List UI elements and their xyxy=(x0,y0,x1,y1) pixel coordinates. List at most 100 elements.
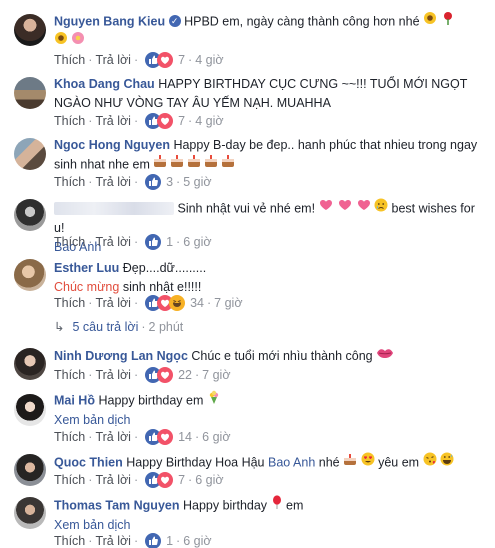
like-link[interactable]: Thích xyxy=(54,430,85,444)
like-link[interactable]: Thích xyxy=(54,53,85,67)
reply-link[interactable]: Trả lời xyxy=(95,175,131,189)
like-reaction-icon[interactable] xyxy=(144,233,161,251)
comment-time[interactable]: 6 giờ xyxy=(183,235,211,249)
see-translation-link[interactable]: Xem bản dịch xyxy=(54,518,130,532)
reply-link[interactable]: Trả lời xyxy=(95,53,131,67)
comment-author[interactable]: Esther Luu xyxy=(54,261,119,275)
avatar[interactable] xyxy=(14,77,46,109)
reaction-count[interactable]: 7 xyxy=(176,53,185,67)
see-translation-link[interactable]: Xem bản dịch xyxy=(54,413,130,427)
replies-time[interactable]: 2 phút xyxy=(149,320,184,334)
reaction-icons[interactable] xyxy=(144,112,173,130)
bouquet-icon xyxy=(207,390,221,410)
like-link[interactable]: Thích xyxy=(54,175,85,189)
comment-text-2: em xyxy=(286,498,304,513)
heart-eyes-icon xyxy=(361,452,375,472)
reply-link[interactable]: Trả lời xyxy=(95,296,131,310)
reaction-icons[interactable] xyxy=(144,51,173,69)
comment-author[interactable]: Nguyen Bang Kieu xyxy=(54,14,165,28)
avatar[interactable] xyxy=(14,454,46,486)
comment-time[interactable]: 4 giờ xyxy=(195,53,223,67)
comment-meta: Thích · Trả lời · 34 · 7 giờ xyxy=(54,294,243,312)
reply-link[interactable]: Trả lời xyxy=(95,114,131,128)
view-replies-row[interactable]: ↳ 5 câu trả lời · 2 phút xyxy=(54,319,183,334)
comment-text: Happy birthday xyxy=(182,498,268,513)
avatar[interactable] xyxy=(14,259,46,291)
replies-count-link[interactable]: 5 câu trả lời xyxy=(72,320,138,334)
comment-meta: Thích · Trả lời · 1 · 6 giờ xyxy=(54,532,212,548)
comment-text: HPBD em, ngày càng thành công hơn nhé xyxy=(184,14,420,29)
like-link[interactable]: Thích xyxy=(54,296,85,310)
sunflower-icon xyxy=(423,11,437,31)
comment-author[interactable]: Thomas Tam Nguyen xyxy=(54,498,179,512)
comment-time[interactable]: 6 giờ xyxy=(183,534,211,548)
comment-text: Happy birthday em xyxy=(98,393,204,408)
like-link[interactable]: Thích xyxy=(54,368,85,382)
comment-author[interactable]: Ninh Dương Lan Ngọc xyxy=(54,349,188,363)
comment-time[interactable]: 5 giờ xyxy=(183,175,211,189)
comment-time[interactable]: 6 giờ xyxy=(195,473,223,487)
verified-badge-icon: ✓ xyxy=(168,15,181,27)
comment-meta: Thích · Trả lời · 7 · 4 giờ xyxy=(54,51,224,69)
like-link[interactable]: Thích xyxy=(54,534,85,548)
like-reaction-icon[interactable] xyxy=(144,173,161,191)
redacted-author-name xyxy=(54,201,174,215)
comment-text: Happy Birthday Hoa Hậu xyxy=(126,455,265,470)
like-link[interactable]: Thích xyxy=(54,235,85,249)
comment-author[interactable]: Khoa Dang Chau xyxy=(54,77,155,91)
reaction-count[interactable]: 22 xyxy=(176,368,192,382)
comment-meta: Thích · Trả lời · 7 · 6 giờ xyxy=(54,471,224,489)
avatar[interactable] xyxy=(14,394,46,426)
grinning-sweat-icon xyxy=(440,452,454,472)
comment-author[interactable]: Mai Hồ xyxy=(54,393,95,407)
flower-icon xyxy=(71,31,85,51)
cake-icons xyxy=(153,154,237,174)
like-link[interactable]: Thích xyxy=(54,114,85,128)
comment-time[interactable]: 7 giờ xyxy=(214,296,242,310)
reply-arrow-icon: ↳ xyxy=(54,320,65,334)
reply-link[interactable]: Trả lời xyxy=(95,473,131,487)
balloon-icon xyxy=(271,495,283,515)
comment-text: Sinh nhật vui vẻ nhé em! xyxy=(177,201,316,216)
crying-face-icon xyxy=(374,198,388,218)
reaction-icons[interactable] xyxy=(144,366,173,384)
comment-text-3: yêu em xyxy=(378,455,420,470)
comment-meta: Thích · Trả lời · 3 · 5 giờ xyxy=(54,173,212,191)
avatar[interactable] xyxy=(14,199,46,231)
reply-link[interactable]: Trả lời xyxy=(95,430,131,444)
comment-author[interactable]: Ngoc Hong Nguyen xyxy=(54,138,170,152)
comment-author[interactable]: Quoc Thien xyxy=(54,455,123,469)
sunflower-icon xyxy=(54,31,68,51)
sparkling-heart-icons xyxy=(319,198,371,218)
avatar[interactable] xyxy=(14,14,46,46)
like-link[interactable]: Thích xyxy=(54,473,85,487)
comment-meta: Thích · Trả lời · 22 · 7 giờ xyxy=(54,366,231,384)
reply-link[interactable]: Trả lời xyxy=(95,534,131,548)
comment-time[interactable]: 7 giờ xyxy=(202,368,230,382)
reaction-count[interactable]: 3 xyxy=(164,175,173,189)
avatar[interactable] xyxy=(14,138,46,170)
comment-meta: Thích · Trả lời · 14 · 6 giờ xyxy=(54,428,231,446)
reaction-count[interactable]: 14 xyxy=(176,430,192,444)
rose-icon xyxy=(441,11,455,31)
reaction-count[interactable]: 7 xyxy=(176,473,185,487)
reply-link[interactable]: Trả lời xyxy=(95,368,131,382)
comment-time[interactable]: 6 giờ xyxy=(202,430,230,444)
reply-link[interactable]: Trả lời xyxy=(95,235,131,249)
reaction-icons[interactable] xyxy=(144,471,173,489)
comment-time[interactable]: 4 giờ xyxy=(195,114,223,128)
comment-text: Đẹp....dữ......... xyxy=(122,261,207,275)
avatar[interactable] xyxy=(14,497,46,529)
reaction-count[interactable]: 7 xyxy=(176,114,185,128)
reaction-icons[interactable] xyxy=(144,294,185,312)
like-reaction-icon[interactable] xyxy=(144,532,161,548)
comment-text-2: nhé xyxy=(318,455,340,470)
reaction-count[interactable]: 34 xyxy=(188,296,204,310)
highlight-text: Chúc mừng xyxy=(54,280,120,294)
reaction-icons[interactable] xyxy=(144,428,173,446)
avatar[interactable] xyxy=(14,348,46,380)
mention-link[interactable]: Bao Anh xyxy=(268,455,315,469)
kiss-lips-icon xyxy=(376,346,394,365)
reaction-count[interactable]: 1 xyxy=(164,534,173,548)
reaction-count[interactable]: 1 xyxy=(164,235,173,249)
